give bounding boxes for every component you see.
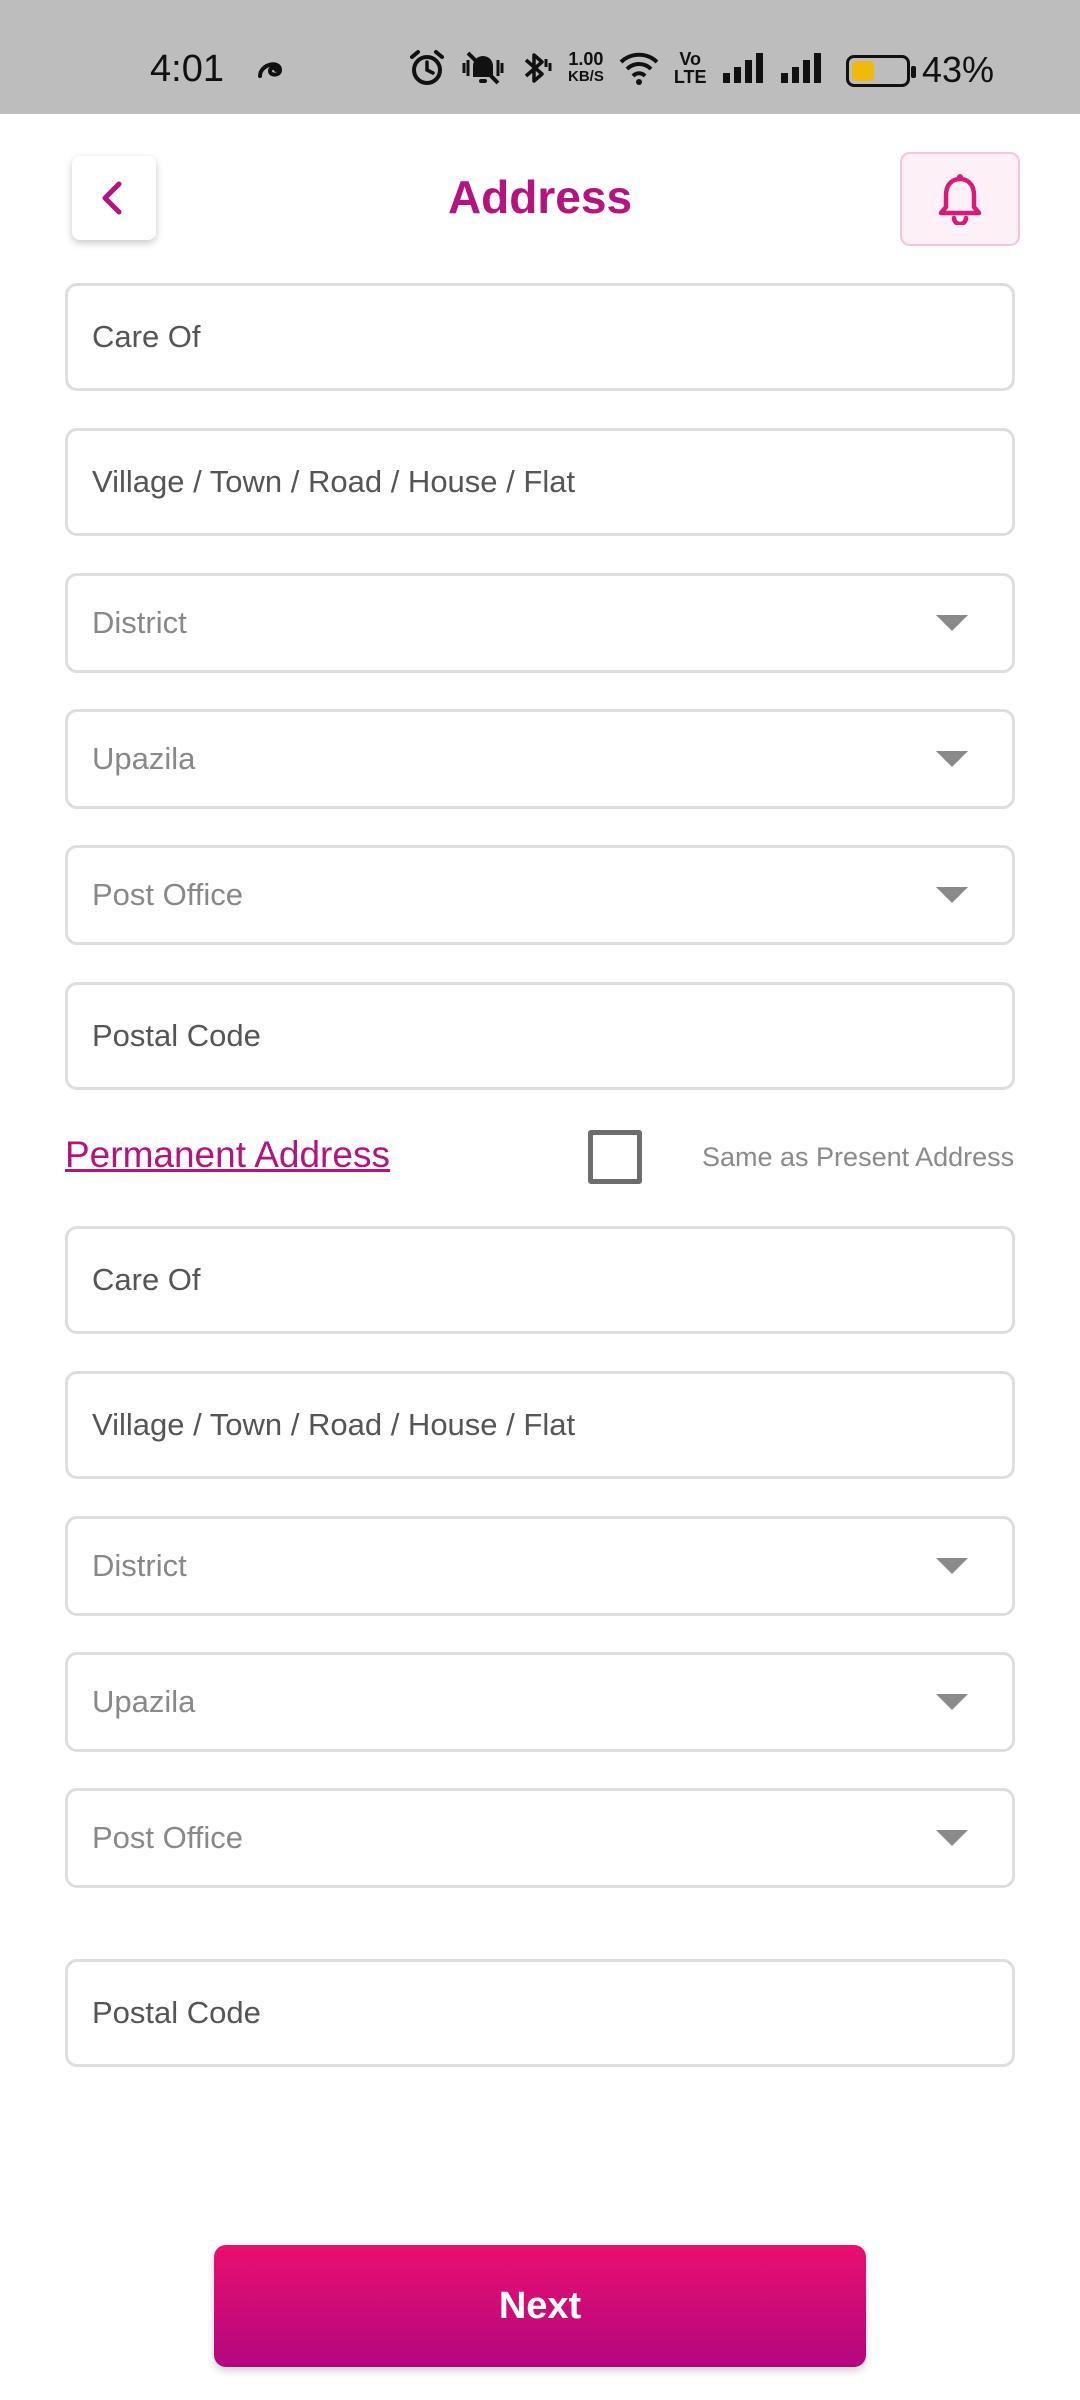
present-post-office-placeholder: Post Office bbox=[92, 877, 244, 912]
present-postal-code-input[interactable]: Postal Code bbox=[65, 982, 1015, 1090]
permanent-upazila-placeholder: Upazila bbox=[92, 1684, 196, 1719]
battery-percent: 43% bbox=[922, 49, 995, 90]
permanent-village-placeholder: Village / Town / Road / House / Flat bbox=[92, 1407, 576, 1442]
permanent-post-office-placeholder: Post Office bbox=[92, 1820, 244, 1855]
permanent-district-placeholder: District bbox=[92, 1548, 187, 1583]
present-district-placeholder: District bbox=[92, 605, 187, 640]
dropdown-arrow-icon bbox=[936, 1830, 968, 1846]
present-upazila-select[interactable]: Upazila bbox=[65, 709, 1015, 809]
dropdown-arrow-icon bbox=[936, 615, 968, 631]
same-as-present-checkbox[interactable] bbox=[588, 1130, 642, 1184]
app-notification-icon bbox=[258, 62, 283, 78]
notification-button[interactable] bbox=[900, 152, 1020, 246]
permanent-district-select[interactable]: District bbox=[65, 1516, 1015, 1616]
permanent-postal-code-placeholder: Postal Code bbox=[92, 1995, 261, 2030]
permanent-address-title: Permanent Address bbox=[65, 1134, 390, 1175]
permanent-village-input[interactable]: Village / Town / Road / House / Flat bbox=[65, 1371, 1015, 1479]
battery-icon bbox=[846, 55, 916, 87]
battery-fill bbox=[852, 61, 874, 81]
present-postal-code-placeholder: Postal Code bbox=[92, 1018, 261, 1053]
present-care-of-input[interactable]: Care Of bbox=[65, 283, 1015, 391]
permanent-postal-code-input[interactable]: Postal Code bbox=[65, 1959, 1015, 2067]
permanent-upazila-select[interactable]: Upazila bbox=[65, 1652, 1015, 1752]
present-village-input[interactable]: Village / Town / Road / House / Flat bbox=[65, 428, 1015, 536]
alarm-icon bbox=[410, 50, 444, 85]
next-button[interactable]: Next bbox=[214, 2245, 866, 2367]
status-bar: 4:01 1.00 KB/S Vo LTE 43% bbox=[0, 0, 1080, 114]
dropdown-arrow-icon bbox=[936, 887, 968, 903]
wifi-icon bbox=[619, 52, 659, 85]
vibrate-off-icon bbox=[462, 51, 504, 85]
present-district-select[interactable]: District bbox=[65, 573, 1015, 673]
permanent-care-of-placeholder: Care Of bbox=[92, 1262, 201, 1297]
bell-icon bbox=[938, 174, 982, 225]
present-post-office-select[interactable]: Post Office bbox=[65, 845, 1015, 945]
dropdown-arrow-icon bbox=[936, 1694, 968, 1710]
dropdown-arrow-icon bbox=[936, 1558, 968, 1574]
same-as-present-label[interactable]: Same as Present Address bbox=[702, 1142, 1014, 1173]
bluetooth-icon bbox=[524, 53, 552, 83]
permanent-care-of-input[interactable]: Care Of bbox=[65, 1226, 1015, 1334]
dropdown-arrow-icon bbox=[936, 751, 968, 767]
present-upazila-placeholder: Upazila bbox=[92, 741, 196, 776]
status-time: 4:01 bbox=[150, 48, 224, 90]
volte-indicator: Vo LTE bbox=[673, 49, 707, 87]
status-icons: 1.00 KB/S Vo LTE bbox=[408, 46, 823, 90]
present-care-of-placeholder: Care Of bbox=[92, 319, 201, 354]
network-speed: 1.00 KB/S bbox=[568, 49, 604, 85]
signal-icon-2 bbox=[780, 53, 821, 83]
permanent-post-office-select[interactable]: Post Office bbox=[65, 1788, 1015, 1888]
signal-icon bbox=[722, 53, 763, 83]
present-village-placeholder: Village / Town / Road / House / Flat bbox=[92, 464, 576, 499]
